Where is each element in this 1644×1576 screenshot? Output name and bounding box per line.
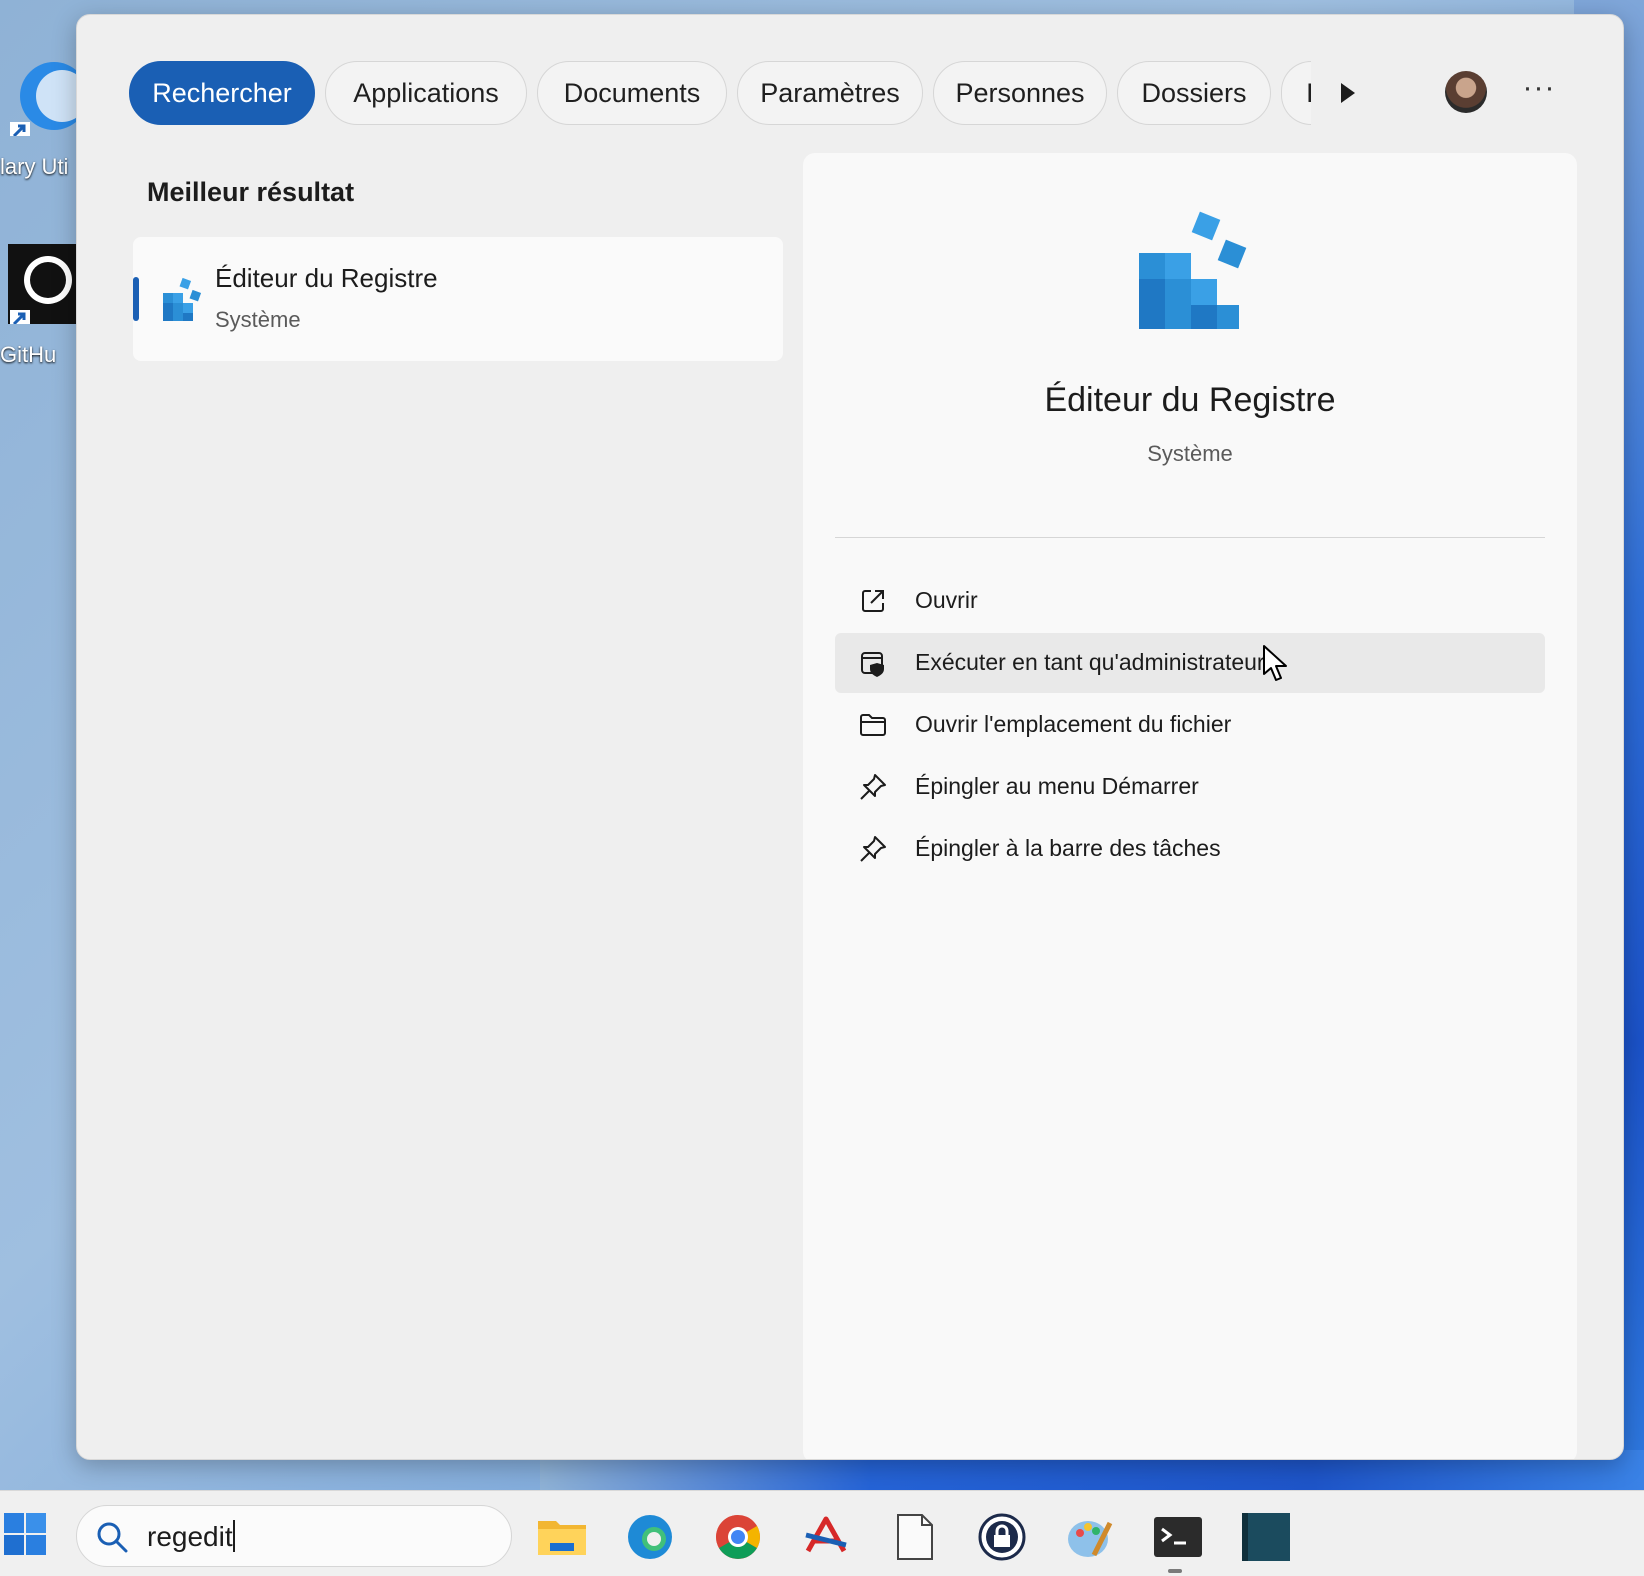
search-input[interactable]: regedit: [147, 1520, 235, 1553]
tab-personnes[interactable]: Personnes: [933, 61, 1107, 125]
selection-indicator: [133, 277, 139, 321]
action-open[interactable]: Ouvrir: [835, 571, 1545, 631]
taskbar: regedit: [0, 1490, 1644, 1576]
desktop-icon-label: GitHu: [0, 342, 57, 367]
registry-editor-large-icon: [1139, 211, 1247, 329]
detail-divider: [835, 537, 1545, 538]
action-pin-start[interactable]: Épingler au menu Démarrer: [835, 757, 1545, 817]
action-open-file-location[interactable]: Ouvrir l'emplacement du fichier: [835, 695, 1545, 755]
pin-icon: [860, 836, 886, 862]
tab-rechercher[interactable]: Rechercher: [129, 61, 315, 125]
search-panel: Rechercher Applications Documents Paramè…: [76, 14, 1624, 1460]
tab-parametres[interactable]: Paramètres: [737, 61, 923, 125]
tab-documents[interactable]: Documents: [537, 61, 727, 125]
pin-icon: [860, 774, 886, 800]
more-options-button[interactable]: ···: [1517, 73, 1561, 113]
tab-dossiers[interactable]: Dossiers: [1117, 61, 1271, 125]
file-explorer-icon[interactable]: [536, 1511, 588, 1563]
action-label: Ouvrir l'emplacement du fichier: [915, 711, 1232, 737]
search-icon: [97, 1522, 128, 1553]
admin-shield-icon: [861, 652, 884, 677]
taskbar-search-box[interactable]: regedit: [76, 1505, 512, 1567]
mouse-cursor-icon: [1263, 645, 1287, 681]
detail-title: Éditeur du Registre: [1044, 381, 1336, 419]
notepad-icon[interactable]: [888, 1511, 940, 1563]
search-input-value: regedit: [147, 1521, 233, 1552]
action-run-as-admin[interactable]: Exécuter en tant qu'administrateur: [835, 633, 1545, 693]
glary-utilities-icon: [10, 62, 78, 136]
text-caret: [232, 1520, 235, 1552]
github-icon: [8, 244, 78, 324]
running-indicator: [1168, 1569, 1182, 1573]
edge-icon[interactable]: [624, 1511, 676, 1563]
paint-icon[interactable]: [1064, 1511, 1116, 1563]
terminal-icon[interactable]: [1152, 1511, 1204, 1563]
avatar[interactable]: [1445, 71, 1487, 113]
action-label: Ouvrir: [915, 587, 978, 613]
detail-subtitle: Système: [1147, 441, 1233, 466]
open-external-icon: [862, 590, 884, 612]
teal-app-icon[interactable]: [1240, 1511, 1292, 1563]
detail-pane: Éditeur du Registre Système Ouvrir Exécu…: [803, 153, 1577, 1459]
tab-applications[interactable]: Applications: [325, 61, 527, 125]
chrome-icon[interactable]: [712, 1511, 764, 1563]
action-label: Épingler à la barre des tâches: [915, 835, 1221, 861]
best-match-heading: Meilleur résultat: [147, 177, 355, 207]
best-match-type: Système: [215, 307, 301, 332]
password-manager-icon[interactable]: [976, 1511, 1028, 1563]
scroll-tabs-right-icon[interactable]: [1331, 77, 1363, 109]
registry-editor-icon: [163, 277, 202, 321]
desktop-icon-label: lary Uti: [0, 154, 69, 179]
folder-icon: [860, 714, 886, 736]
best-match-item[interactable]: Éditeur du Registre Système: [133, 237, 783, 361]
action-label: Épingler au menu Démarrer: [915, 773, 1199, 799]
best-match-name: Éditeur du Registre: [215, 263, 438, 293]
action-label: Exécuter en tant qu'administrateur: [915, 649, 1265, 675]
action-pin-taskbar[interactable]: Épingler à la barre des tâches: [835, 819, 1545, 879]
acrobat-icon[interactable]: [800, 1511, 852, 1563]
tab-truncated[interactable]: I: [1281, 61, 1314, 125]
windows-start-icon[interactable]: [4, 1513, 48, 1557]
